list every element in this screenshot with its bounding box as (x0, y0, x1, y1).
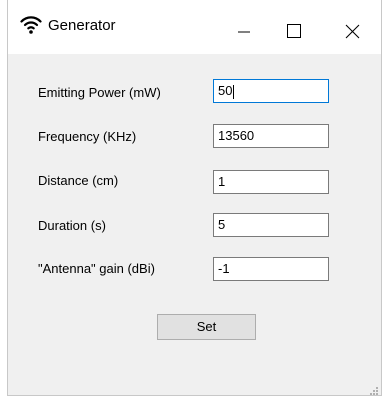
duration-value: 5 (218, 217, 226, 232)
duration-label: Duration (s) (38, 218, 106, 233)
distance-input[interactable]: 1 (213, 170, 329, 194)
wifi-icon (20, 13, 42, 35)
frequency-label: Frequency (KHz) (38, 129, 137, 144)
close-icon (345, 24, 360, 39)
title-bar[interactable]: Generator (8, 0, 381, 54)
text-caret (233, 84, 235, 99)
maximize-button[interactable] (270, 0, 316, 54)
generator-window: Generator Emitting Power (mW) 50 Frequen… (7, 0, 382, 396)
set-button[interactable]: Set (157, 314, 256, 340)
minimize-icon (238, 31, 250, 33)
emitting-power-value: 50 (218, 83, 233, 98)
duration-input[interactable]: 5 (213, 213, 329, 237)
emitting-power-input[interactable]: 50 (213, 79, 329, 103)
frequency-input[interactable]: 13560 (213, 124, 329, 148)
antenna-gain-input[interactable]: -1 (213, 257, 329, 281)
frequency-value: 13560 (218, 128, 255, 143)
minimize-button[interactable] (221, 0, 267, 54)
antenna-gain-value: -1 (218, 261, 230, 276)
antenna-gain-label: "Antenna" gain (dBi) (38, 261, 155, 276)
emitting-power-label: Emitting Power (mW) (38, 85, 161, 100)
close-button[interactable] (329, 0, 375, 54)
window-title: Generator (48, 17, 116, 34)
distance-value: 1 (218, 174, 226, 189)
distance-label: Distance (cm) (38, 173, 119, 188)
resize-grip-icon[interactable] (369, 383, 379, 395)
maximize-icon (287, 24, 301, 38)
